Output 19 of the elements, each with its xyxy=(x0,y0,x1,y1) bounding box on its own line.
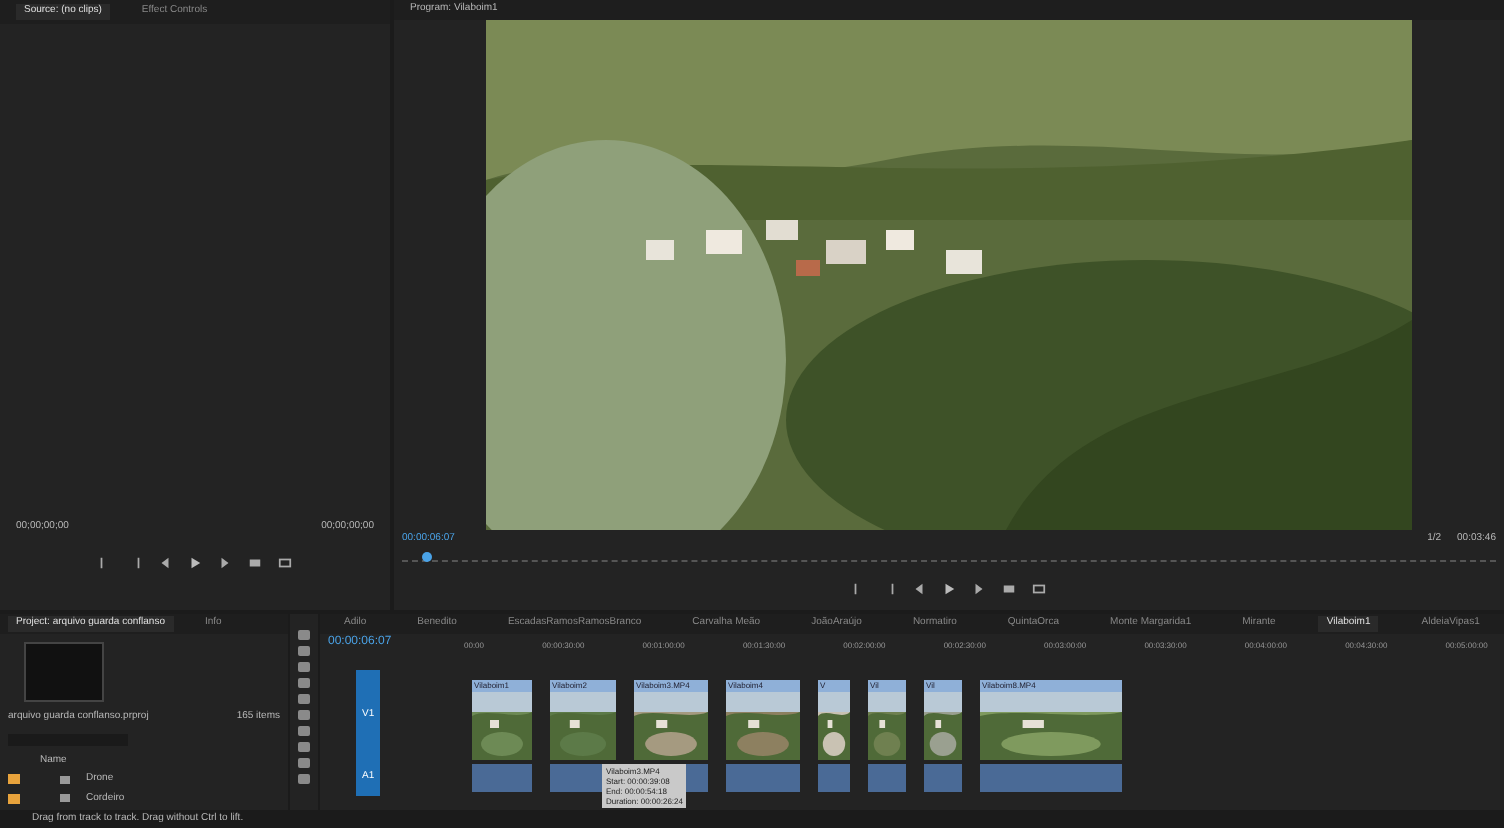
insert-icon[interactable] xyxy=(248,555,262,569)
play-icon[interactable] xyxy=(942,581,956,595)
step-forward-icon[interactable] xyxy=(218,555,232,569)
playhead-track[interactable] xyxy=(402,555,1496,561)
audio-clip[interactable] xyxy=(980,764,1122,792)
audio-clip[interactable] xyxy=(924,764,962,792)
play-icon[interactable] xyxy=(188,555,202,569)
audio-clip[interactable] xyxy=(818,764,850,792)
insert-icon[interactable] xyxy=(1002,581,1016,595)
step-forward-icon[interactable] xyxy=(972,581,986,595)
audio-clip[interactable] xyxy=(868,764,906,792)
export-frame-icon[interactable] xyxy=(278,555,292,569)
export-frame-icon[interactable] xyxy=(1032,581,1046,595)
audio-clip[interactable] xyxy=(472,764,532,792)
playhead[interactable] xyxy=(422,551,432,561)
step-back-icon[interactable] xyxy=(158,555,172,569)
audio-clip[interactable] xyxy=(726,764,800,792)
step-back-icon[interactable] xyxy=(912,581,926,595)
preview-thumbnail xyxy=(24,642,104,702)
